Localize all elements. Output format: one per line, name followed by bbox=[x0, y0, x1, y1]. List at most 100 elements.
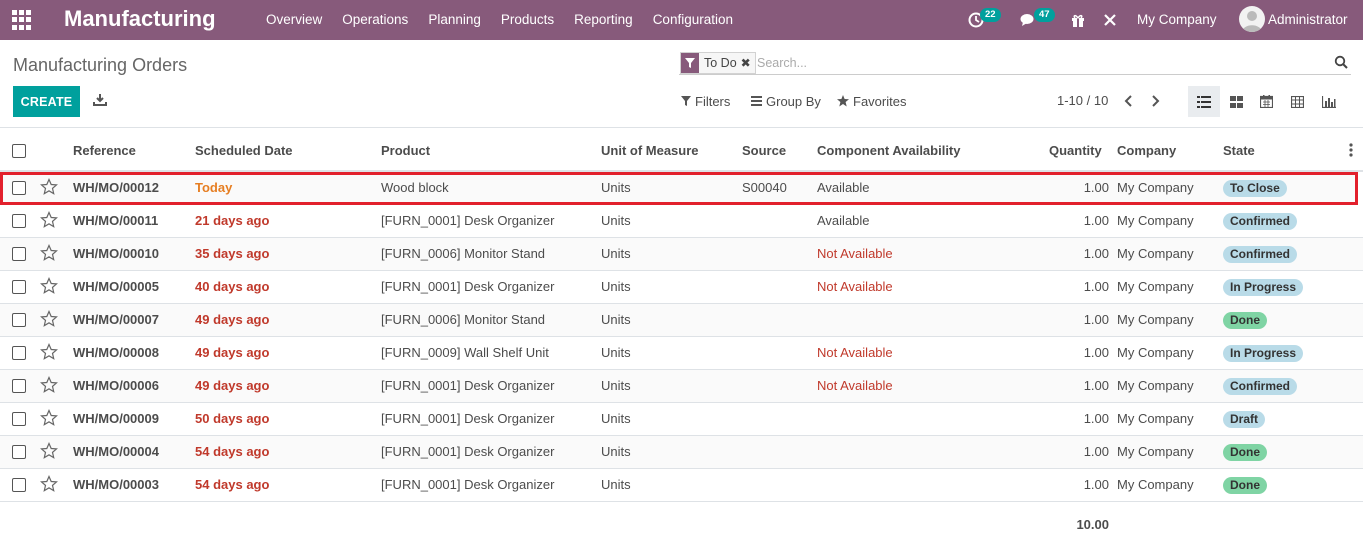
search-input[interactable] bbox=[757, 52, 1317, 74]
table-row[interactable]: WH/MO/00003 54 days ago [FURN_0001] Desk O… bbox=[0, 469, 1363, 502]
row-checkbox[interactable] bbox=[12, 478, 26, 492]
table-row[interactable]: WH/MO/00006 49 days ago [FURN_0001] Desk O… bbox=[0, 370, 1363, 403]
priority-star-icon[interactable] bbox=[40, 442, 58, 460]
priority-star-icon[interactable] bbox=[40, 475, 58, 493]
page-title: Manufacturing Orders bbox=[13, 55, 188, 75]
header-product[interactable]: Product bbox=[381, 128, 430, 173]
table-row[interactable]: WH/MO/00005 40 days ago [FURN_0001] Desk O… bbox=[0, 271, 1363, 304]
cell-unit-of-measure: Units bbox=[601, 345, 631, 360]
cell-quantity: 1.00 bbox=[1083, 312, 1109, 327]
table-row[interactable]: WH/MO/00008 49 days ago [FURN_0009] Wall S… bbox=[0, 337, 1363, 370]
pager-next-icon[interactable] bbox=[1149, 93, 1163, 109]
table-row[interactable]: WH/MO/00007 49 days ago [FURN_0006] Monito… bbox=[0, 304, 1363, 337]
cell-component-availability: Available bbox=[817, 180, 870, 195]
table-row[interactable]: WH/MO/00011 21 days ago [FURN_0001] Desk O… bbox=[0, 205, 1363, 238]
debug-tools-icon[interactable] bbox=[1103, 0, 1117, 40]
priority-star-icon[interactable] bbox=[40, 376, 58, 394]
priority-star-icon[interactable] bbox=[40, 244, 58, 262]
cell-component-availability: Not Available bbox=[817, 246, 893, 261]
messages-chat-icon[interactable] bbox=[1020, 0, 1036, 40]
state-badge: Draft bbox=[1223, 411, 1266, 428]
cell-reference: WH/MO/00012 bbox=[73, 180, 159, 195]
cell-component-availability: Not Available bbox=[817, 279, 893, 294]
header-unit-of-measure[interactable]: Unit of Measure bbox=[601, 128, 699, 173]
cell-reference: WH/MO/00006 bbox=[73, 378, 159, 393]
cell-product: Wood block bbox=[381, 180, 449, 195]
pivot-view-icon[interactable] bbox=[1281, 86, 1313, 117]
state-badge: Done bbox=[1223, 444, 1267, 461]
download-icon[interactable] bbox=[93, 93, 107, 107]
menu-operations[interactable]: Operations bbox=[332, 0, 418, 40]
kanban-view-icon[interactable] bbox=[1220, 86, 1252, 117]
row-checkbox[interactable] bbox=[12, 280, 26, 294]
cell-reference: WH/MO/00010 bbox=[73, 246, 159, 261]
create-button[interactable]: CREATE bbox=[13, 86, 80, 117]
gift-icon[interactable] bbox=[1071, 0, 1085, 40]
row-checkbox[interactable] bbox=[12, 313, 26, 327]
cell-scheduled-date: 49 days ago bbox=[195, 345, 270, 360]
group-by-dropdown[interactable]: Group By bbox=[751, 92, 821, 110]
table-row[interactable]: WH/MO/00009 50 days ago [FURN_0001] Desk O… bbox=[0, 403, 1363, 436]
menu-overview[interactable]: Overview bbox=[256, 0, 332, 40]
priority-star-icon[interactable] bbox=[40, 178, 58, 196]
cell-reference: WH/MO/00005 bbox=[73, 279, 159, 294]
header-quantity[interactable]: Quantity bbox=[1049, 128, 1102, 173]
facet-remove-icon[interactable]: ✖ bbox=[741, 56, 755, 70]
cell-scheduled-date: 35 days ago bbox=[195, 246, 270, 261]
row-checkbox[interactable] bbox=[12, 247, 26, 261]
cell-scheduled-date: 40 days ago bbox=[195, 279, 270, 294]
quantity-total: 10.00 bbox=[1076, 517, 1109, 532]
header-state[interactable]: State bbox=[1223, 128, 1255, 173]
menu-planning[interactable]: Planning bbox=[418, 0, 491, 40]
priority-star-icon[interactable] bbox=[40, 409, 58, 427]
state-badge: Confirmed bbox=[1223, 213, 1297, 230]
row-checkbox[interactable] bbox=[12, 445, 26, 459]
main-menu: Overview Operations Planning Products Re… bbox=[256, 0, 743, 40]
header-reference[interactable]: Reference bbox=[73, 128, 136, 173]
user-menu[interactable]: Administrator bbox=[1268, 0, 1348, 40]
header-source[interactable]: Source bbox=[742, 128, 786, 173]
menu-products[interactable]: Products bbox=[491, 0, 564, 40]
list-view-icon[interactable] bbox=[1188, 86, 1220, 117]
table-row[interactable]: WH/MO/00010 35 days ago [FURN_0006] Monito… bbox=[0, 238, 1363, 271]
cell-company: My Company bbox=[1117, 246, 1194, 261]
cell-product: [FURN_0006] Monitor Stand bbox=[381, 246, 546, 261]
app-grid-icon[interactable] bbox=[12, 10, 32, 30]
optional-columns-kebab-icon[interactable] bbox=[1346, 142, 1356, 158]
filters-dropdown[interactable]: Filters bbox=[681, 92, 730, 110]
cell-product: [FURN_0001] Desk Organizer bbox=[381, 444, 555, 459]
cell-scheduled-date: 54 days ago bbox=[195, 444, 270, 459]
row-checkbox[interactable] bbox=[12, 214, 26, 228]
cell-company: My Company bbox=[1117, 378, 1194, 393]
priority-star-icon[interactable] bbox=[40, 343, 58, 361]
priority-star-icon[interactable] bbox=[40, 310, 58, 328]
row-checkbox[interactable] bbox=[12, 181, 26, 195]
pager-previous-icon[interactable] bbox=[1121, 93, 1135, 109]
filter-funnel-icon bbox=[681, 53, 699, 73]
header-component-availability[interactable]: Component Availability bbox=[817, 128, 961, 173]
header-scheduled-date[interactable]: Scheduled Date bbox=[195, 128, 293, 173]
table-row[interactable]: WH/MO/00004 54 days ago [FURN_0001] Desk O… bbox=[0, 436, 1363, 469]
cell-quantity: 1.00 bbox=[1083, 246, 1109, 261]
calendar-view-icon[interactable] bbox=[1250, 86, 1282, 117]
table-row[interactable]: WH/MO/00012 Today Wood block Units S00040 Ava… bbox=[0, 172, 1358, 205]
header-company[interactable]: Company bbox=[1117, 128, 1176, 173]
priority-star-icon[interactable] bbox=[40, 211, 58, 229]
pager-value[interactable]: 1-10 / 10 bbox=[1057, 92, 1108, 110]
graph-view-icon[interactable] bbox=[1313, 86, 1345, 117]
row-checkbox[interactable] bbox=[12, 412, 26, 426]
user-avatar[interactable] bbox=[1239, 6, 1265, 32]
menu-configuration[interactable]: Configuration bbox=[643, 0, 743, 40]
search-icon[interactable] bbox=[1334, 55, 1348, 69]
menu-reporting[interactable]: Reporting bbox=[564, 0, 643, 40]
row-checkbox[interactable] bbox=[12, 379, 26, 393]
facet-label: To Do bbox=[704, 56, 737, 70]
app-title[interactable]: Manufacturing bbox=[64, 5, 216, 33]
state-badge: Confirmed bbox=[1223, 246, 1297, 263]
select-all-checkbox[interactable] bbox=[12, 144, 26, 158]
favorites-dropdown[interactable]: Favorites bbox=[837, 92, 906, 110]
company-switcher[interactable]: My Company bbox=[1137, 0, 1217, 40]
priority-star-icon[interactable] bbox=[40, 277, 58, 295]
row-checkbox[interactable] bbox=[12, 346, 26, 360]
messages-count-badge: 47 bbox=[1034, 8, 1055, 22]
